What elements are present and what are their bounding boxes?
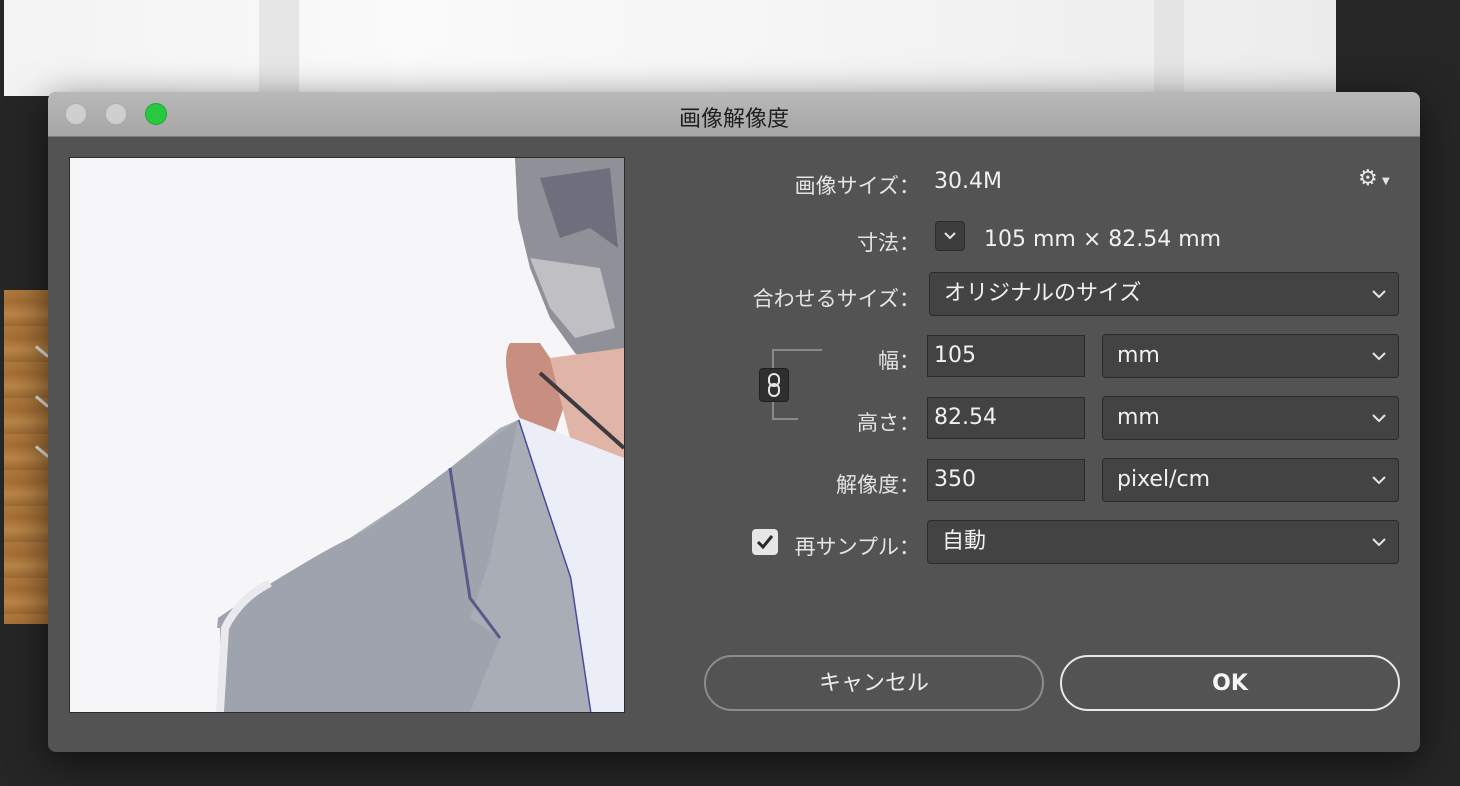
chevron-down-icon — [1372, 290, 1386, 299]
fit-to-label: 合わせるサイズ： — [752, 287, 920, 311]
constrain-proportions-button[interactable] — [759, 368, 789, 402]
dimensions-value: 105 mm × 82.54 mm — [984, 227, 1222, 252]
cancel-button[interactable]: キャンセル — [704, 655, 1044, 711]
dimensions-label: 寸法： — [857, 231, 920, 255]
width-label: 幅： — [878, 349, 920, 373]
resample-label: 再サンプル： — [794, 535, 920, 559]
resolution-input[interactable]: 350 — [927, 459, 1085, 501]
resolution-unit-select[interactable]: pixel/cm — [1102, 458, 1399, 502]
dialog-title: 画像解像度 — [678, 107, 789, 132]
background-document-image — [4, 290, 50, 624]
height-unit-value: mm — [1117, 405, 1160, 430]
chevron-down-icon — [1372, 414, 1386, 423]
width-input[interactable]: 105 — [927, 335, 1085, 377]
link-icon — [768, 373, 780, 397]
preview-photo — [70, 158, 624, 712]
resolution-label: 解像度： — [836, 473, 920, 497]
chevron-down-icon — [1372, 352, 1386, 361]
fit-to-select[interactable]: オリジナルのサイズ — [929, 272, 1399, 316]
chevron-down-icon — [944, 232, 956, 240]
chevron-down-icon — [1372, 538, 1386, 547]
settings-menu-button[interactable]: ⚙ ▼ — [1358, 166, 1394, 194]
height-label: 高さ： — [857, 411, 920, 435]
height-input[interactable]: 82.54 — [927, 397, 1085, 439]
fit-to-selected-value: オリジナルのサイズ — [944, 281, 1142, 306]
image-size-value: 30.4M — [934, 169, 1002, 194]
resample-checkbox[interactable] — [752, 529, 778, 555]
dimensions-unit-dropdown[interactable] — [935, 221, 965, 251]
caret-down-icon: ▼ — [1382, 176, 1390, 187]
image-preview[interactable] — [69, 157, 625, 713]
height-unit-select[interactable]: mm — [1102, 396, 1399, 440]
title-bar[interactable]: 画像解像度 — [48, 92, 1420, 137]
width-unit-select[interactable]: mm — [1102, 334, 1399, 378]
width-unit-value: mm — [1117, 343, 1160, 368]
image-size-label: 画像サイズ： — [794, 174, 920, 198]
gear-icon: ⚙ — [1358, 166, 1378, 191]
resample-method-select[interactable]: 自動 — [927, 520, 1399, 564]
background-document-canvas — [4, 0, 1336, 96]
chevron-down-icon — [1372, 476, 1386, 485]
ok-button[interactable]: OK — [1060, 655, 1400, 711]
resample-method-value: 自動 — [942, 529, 987, 554]
resolution-unit-value: pixel/cm — [1117, 467, 1211, 492]
checkmark-icon — [756, 535, 774, 550]
image-size-dialog: 画像解像度 画像サイズ： 30.4M ⚙ ▼ 寸法： 105 mm × 82.5… — [48, 92, 1420, 752]
